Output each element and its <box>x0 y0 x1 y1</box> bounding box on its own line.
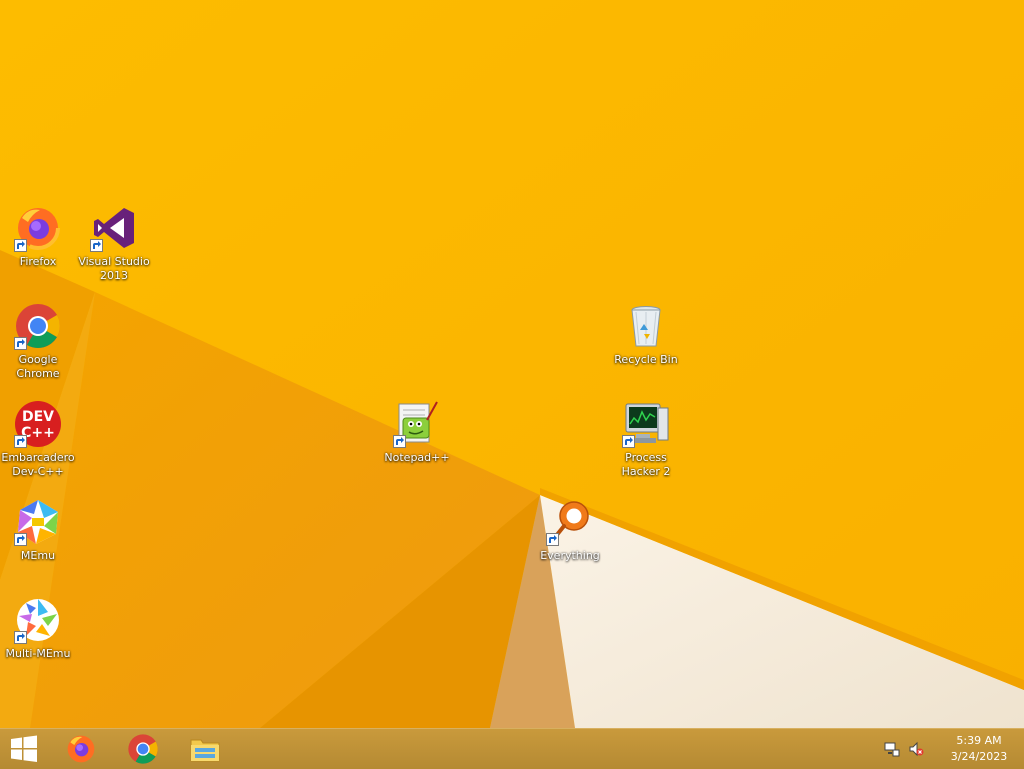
desktop-icon-label: Everything <box>540 549 600 562</box>
chrome-icon <box>128 734 158 764</box>
shortcut-arrow-icon <box>546 533 559 546</box>
firefox-icon <box>67 735 95 763</box>
desktop-icon-label: Recycle Bin <box>614 353 678 366</box>
shortcut-arrow-icon <box>393 435 406 448</box>
volume-muted-icon[interactable] <box>908 741 924 757</box>
file-explorer-icon <box>190 739 220 762</box>
recycle-bin-icon <box>631 306 661 347</box>
desktop-icon-everything[interactable]: Everything <box>532 498 608 563</box>
svg-text:DEV: DEV <box>22 409 54 425</box>
desktop-icon-visual-studio[interactable]: Visual Studio 2013 <box>76 204 152 283</box>
desktop-icon-label: Google Chrome <box>16 353 60 380</box>
windows-logo-icon <box>11 735 37 762</box>
desktop-icon-firefox[interactable]: Firefox <box>0 204 76 269</box>
shortcut-arrow-icon <box>14 631 27 644</box>
desktop-icon-label: Visual Studio 2013 <box>78 255 150 282</box>
wallpaper <box>0 0 1024 728</box>
desktop-icon-label: MEmu <box>20 549 56 562</box>
desktop-icon-label: Notepad++ <box>384 451 450 464</box>
shortcut-arrow-icon <box>622 435 635 448</box>
shortcut-arrow-icon <box>90 239 103 252</box>
desktop-icon-multi-memu[interactable]: Multi-MEmu <box>0 596 76 661</box>
taskbar: 5:39 AM 3/24/2023 <box>0 728 1024 769</box>
taskbar-file-explorer-button[interactable] <box>178 729 232 769</box>
desktop-icon-label: Embarcadero Dev-C++ <box>1 451 75 478</box>
taskbar-clock[interactable]: 5:39 AM 3/24/2023 <box>944 733 1014 765</box>
taskbar-chrome-button[interactable] <box>116 729 170 769</box>
clock-time: 5:39 AM <box>956 734 1002 747</box>
desktop-icon-label: Firefox <box>19 255 57 268</box>
shortcut-arrow-icon <box>14 533 27 546</box>
desktop-icon-label: Process Hacker 2 <box>621 451 671 478</box>
desktop-icon-recycle-bin[interactable]: Recycle Bin <box>608 302 684 367</box>
start-button[interactable] <box>0 729 48 769</box>
system-tray: 5:39 AM 3/24/2023 <box>884 729 1024 769</box>
desktop-icon-memu[interactable]: MEmu <box>0 498 76 563</box>
shortcut-arrow-icon <box>14 435 27 448</box>
clock-date: 3/24/2023 <box>950 750 1008 763</box>
desktop-icon-label: Multi-MEmu <box>5 647 71 660</box>
desktop-icon-google-chrome[interactable]: Google Chrome <box>0 302 76 381</box>
taskbar-firefox-button[interactable] <box>54 729 108 769</box>
shortcut-arrow-icon <box>14 239 27 252</box>
network-icon[interactable] <box>884 741 900 757</box>
desktop[interactable]: Firefox Visual Studio 2013 Google Chrome… <box>0 0 1024 728</box>
desktop-icon-devcpp[interactable]: DEV C++ Embarcadero Dev-C++ <box>0 400 76 479</box>
desktop-icon-process-hacker[interactable]: Process Hacker 2 <box>608 400 684 479</box>
shortcut-arrow-icon <box>14 337 27 350</box>
desktop-icon-notepad-plus-plus[interactable]: Notepad++ <box>379 400 455 465</box>
